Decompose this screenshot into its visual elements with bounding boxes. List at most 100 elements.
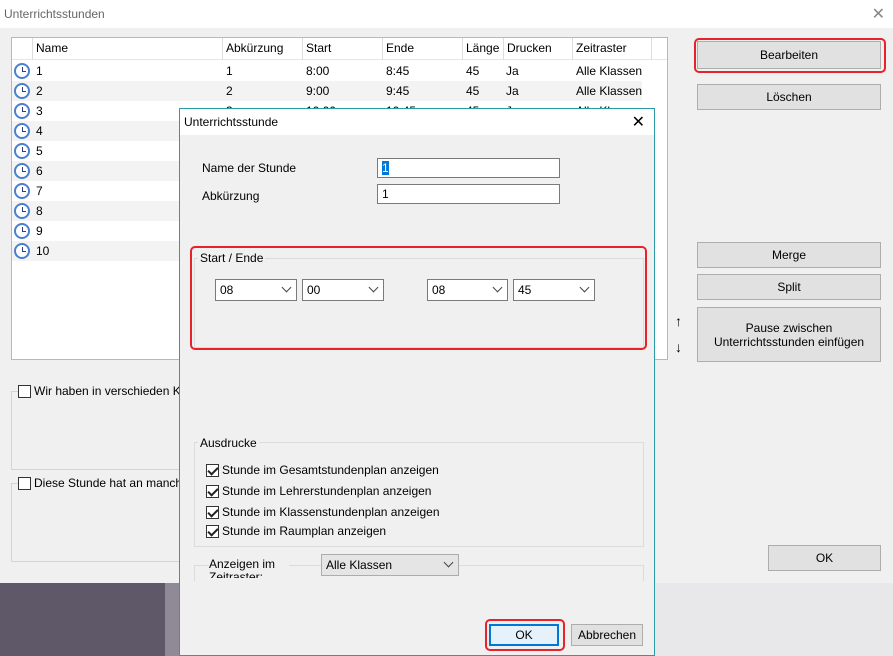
clock-icon (14, 103, 30, 119)
checkbox-gesamtstundenplan[interactable]: Stunde im Gesamtstundenplan anzeigen (206, 463, 442, 477)
cell-ende: 9:45 (386, 84, 410, 98)
checkbox-box[interactable] (206, 524, 219, 538)
end-minute-select[interactable]: 45 (513, 279, 595, 301)
end-hour-value: 08 (432, 283, 446, 297)
name-input-value: 1 (382, 161, 389, 175)
cell-zeitraster: Alle Klassen (576, 84, 643, 98)
cell-name: 8 (36, 204, 43, 218)
name-input[interactable]: 1 (377, 158, 560, 178)
main-ok-button[interactable]: OK (768, 545, 881, 571)
table-header: Name Abkürzung Start Ende Länge Drucken … (12, 38, 667, 60)
dialog-ok-button[interactable]: OK (489, 624, 559, 646)
background-window (655, 583, 893, 656)
cell-ende: 8:45 (386, 64, 410, 78)
clock-icon (14, 63, 30, 79)
chevron-down-icon (443, 557, 454, 568)
cell-drucken: Ja (506, 64, 519, 78)
zeitraster-value: Alle Klassen (326, 558, 393, 572)
checkbox-label: Stunde im Raumplan anzeigen (222, 524, 387, 538)
clock-icon (14, 83, 30, 99)
cell-name: 4 (36, 124, 43, 138)
cell-name: 5 (36, 144, 43, 158)
cell-name: 9 (36, 224, 43, 238)
end-hour-select[interactable]: 08 (427, 279, 508, 301)
checkbox-box[interactable] (206, 505, 219, 519)
dialog-title: Unterrichtsstunde (184, 115, 279, 129)
bearbeiten-button[interactable]: Bearbeiten (697, 41, 881, 69)
table-row[interactable]: 2 2 9:00 9:45 45 Ja Alle Klassen (12, 81, 642, 101)
checkbox-label: Stunde im Gesamtstundenplan anzeigen (222, 463, 439, 477)
arrow-down-icon[interactable]: ↓ (675, 339, 682, 355)
close-icon[interactable]: ✕ (632, 112, 645, 132)
checkbox-klassenstundenplan[interactable]: Stunde im Klassenstundenplan anzeigen (206, 505, 443, 519)
column-header-ende[interactable]: Ende (382, 38, 462, 60)
column-header-name[interactable]: Name (32, 38, 222, 60)
clock-icon (14, 243, 30, 259)
abkuerzung-input-value: 1 (382, 187, 389, 201)
checkbox-label: Diese Stunde hat an manchen (34, 476, 196, 490)
cell-abkuerzung: 1 (226, 64, 233, 78)
abbrechen-button[interactable]: Abbrechen (571, 624, 643, 646)
column-header-start[interactable]: Start (302, 38, 382, 60)
start-hour-value: 08 (220, 283, 234, 297)
cell-abkuerzung: 2 (226, 84, 233, 98)
clock-icon (14, 203, 30, 219)
clock-icon (14, 163, 30, 179)
start-ende-group (194, 258, 644, 348)
groupbox-verschieden (11, 391, 186, 470)
cell-start: 9:00 (306, 84, 330, 98)
name-label: Name der Stunde (202, 161, 297, 175)
column-header-drucken[interactable]: Drucken (503, 38, 572, 60)
unterrichtsstunde-dialog: Unterrichtsstunde ✕ Name der Stunde 1 Ab… (179, 108, 655, 656)
table-row[interactable]: 1 1 8:00 8:45 45 Ja Alle Klassen (12, 61, 642, 81)
chevron-down-icon (492, 282, 503, 293)
checkbox-box[interactable] (206, 463, 219, 477)
column-header-abkuerzung[interactable]: Abkürzung (222, 38, 302, 60)
checkbox-lehrerstundenplan[interactable]: Stunde im Lehrerstundenplan anzeigen (206, 484, 434, 498)
clock-icon (14, 143, 30, 159)
cell-laenge: 45 (466, 84, 480, 98)
ausdrucke-group-title: Ausdrucke (198, 436, 259, 450)
chevron-down-icon (579, 282, 590, 293)
start-minute-select[interactable]: 00 (302, 279, 384, 301)
main-titlebar: Unterrichtsstunden ✕ (0, 0, 893, 28)
abkuerzung-input[interactable]: 1 (377, 184, 560, 204)
arrow-up-icon[interactable]: ↑ (675, 313, 682, 329)
clock-icon (14, 123, 30, 139)
dialog-titlebar: Unterrichtsstunde ✕ (180, 109, 654, 135)
cell-name: 7 (36, 184, 43, 198)
cell-start: 8:00 (306, 64, 330, 78)
checkbox-box[interactable] (18, 384, 31, 398)
start-hour-select[interactable]: 08 (215, 279, 297, 301)
loeschen-button[interactable]: Löschen (697, 84, 881, 110)
column-header-zeitraster[interactable]: Zeitraster (572, 38, 652, 60)
start-minute-value: 00 (307, 283, 321, 297)
abkuerzung-label: Abkürzung (202, 189, 260, 203)
checkbox-raumplan[interactable]: Stunde im Raumplan anzeigen (206, 524, 389, 538)
split-button[interactable]: Split (697, 274, 881, 300)
close-icon[interactable]: ✕ (872, 4, 885, 24)
cell-drucken: Ja (506, 84, 519, 98)
start-ende-group-title: Start / Ende (198, 251, 266, 265)
merge-button[interactable]: Merge (697, 242, 881, 268)
column-header-laenge[interactable]: Länge (462, 38, 503, 60)
cell-name: 3 (36, 104, 43, 118)
checkbox-label: Wir haben in verschieden Klas (34, 384, 197, 398)
pause-einfuegen-button[interactable]: Pause zwischen Unterrichtsstunden einfüg… (697, 307, 881, 362)
checkbox-box[interactable] (18, 476, 31, 490)
clock-icon (14, 183, 30, 199)
cell-name: 10 (36, 244, 50, 258)
checkbox-manchen[interactable]: Diese Stunde hat an manchen (18, 476, 199, 490)
zeitraster-select[interactable]: Alle Klassen (321, 554, 459, 576)
checkbox-label: Stunde im Klassenstundenplan anzeigen (222, 505, 440, 519)
cell-name: 1 (36, 64, 43, 78)
checkbox-box[interactable] (206, 484, 219, 498)
checkbox-verschieden[interactable]: Wir haben in verschieden Klas (18, 384, 200, 398)
cell-name: 6 (36, 164, 43, 178)
chevron-down-icon (281, 282, 292, 293)
chevron-down-icon (368, 282, 379, 293)
cell-zeitraster: Alle Klassen (576, 64, 643, 78)
groupbox-manchen (11, 483, 186, 562)
anzeigen-label: Anzeigen im Zeitraster: (209, 558, 289, 578)
cell-laenge: 45 (466, 64, 480, 78)
